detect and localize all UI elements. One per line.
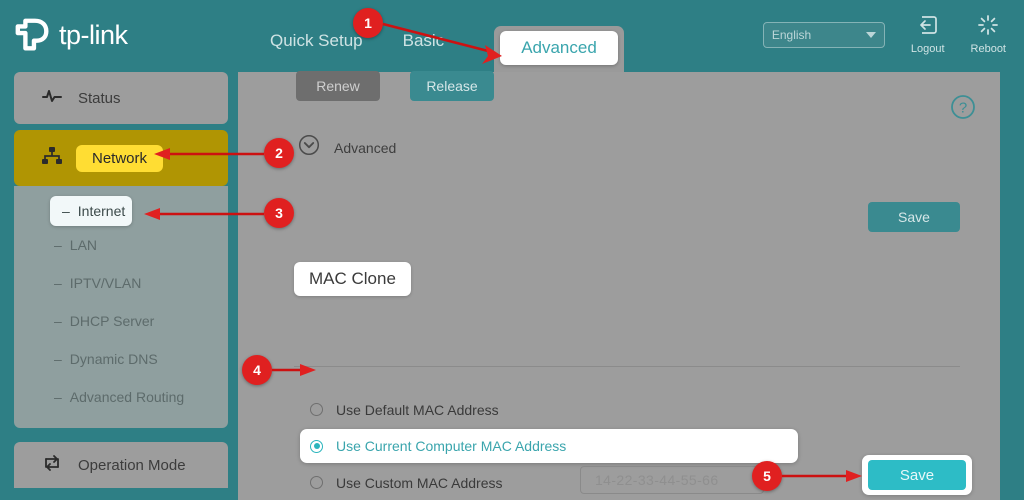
save-bottom-button[interactable]: Save — [868, 460, 966, 490]
sidebar-item-advanced-routing[interactable]: – Advanced Routing — [14, 378, 228, 416]
sidebar-item-lan[interactable]: – LAN — [14, 226, 228, 264]
swap-arrows-icon — [42, 454, 62, 476]
radio-use-current-computer-mac[interactable]: Use Current Computer MAC Address — [300, 429, 798, 463]
radio-label-use-current-computer-mac: Use Current Computer MAC Address — [336, 438, 567, 454]
sidebar-item-label-status: Status — [78, 89, 121, 107]
chevron-down-icon — [865, 31, 876, 38]
dash-icon: – — [62, 203, 70, 219]
sidebar-item-label-dynamic-dns: Dynamic DNS — [69, 351, 158, 367]
sidebar-item-label-iptv-vlan: IPTV/VLAN — [69, 275, 142, 291]
annotation-arrow-2 — [150, 146, 270, 162]
sidebar-submenu-network: – Internet – LAN – IPTV/VLAN – DHCP Serv… — [14, 186, 228, 428]
dash-icon: – — [54, 389, 62, 405]
radio-icon — [310, 403, 323, 416]
radio-label-use-custom-mac: Use Custom MAC Address — [336, 474, 503, 491]
sidebar-item-label-dhcp-server: DHCP Server — [69, 313, 155, 329]
sidebar-item-internet[interactable]: – Internet — [50, 196, 132, 226]
dash-icon: – — [54, 275, 62, 291]
sidebar-item-iptv-vlan[interactable]: – IPTV/VLAN — [14, 264, 228, 302]
mac-clone-title: MAC Clone — [294, 262, 411, 296]
header-controls: English Logout Reboot — [762, 14, 1006, 55]
brand-logo[interactable]: tp-link — [14, 16, 128, 54]
logout-label: Logout — [910, 43, 945, 55]
dash-icon: – — [54, 237, 62, 253]
sidebar-item-status[interactable]: Status — [14, 72, 228, 124]
router-admin-screenshot: tp-link Quick Setup Basic Advanced Engli… — [0, 0, 1024, 500]
annotation-4: 4 — [242, 355, 272, 385]
chevron-down-circle-icon — [298, 134, 320, 161]
question-mark-help-icon[interactable]: ? — [950, 94, 976, 125]
annotation-1: 1 — [353, 8, 383, 38]
sidebar-item-dhcp-server[interactable]: – DHCP Server — [14, 302, 228, 340]
annotation-arrow-5 — [782, 468, 872, 484]
logout-icon — [917, 14, 939, 41]
language-select[interactable]: English — [762, 21, 885, 48]
dash-icon: – — [54, 351, 62, 367]
reboot-button[interactable]: Reboot — [971, 14, 1006, 55]
reboot-icon — [977, 14, 999, 41]
release-button[interactable]: Release — [410, 71, 494, 101]
sidebar-item-label-operation-mode: Operation Mode — [78, 456, 186, 474]
network-tree-icon — [42, 146, 62, 170]
annotation-5: 5 — [752, 461, 782, 491]
reboot-label: Reboot — [970, 43, 1006, 55]
annotation-arrow-1 — [380, 20, 520, 68]
dash-icon: – — [54, 313, 62, 329]
annotation-arrow-4 — [272, 362, 322, 378]
radio-use-default-mac[interactable]: Use Default MAC Address — [238, 390, 1000, 429]
radio-label-use-default-mac: Use Default MAC Address — [336, 401, 499, 418]
section-divider — [294, 366, 960, 367]
radio-icon — [310, 476, 323, 489]
svg-text:?: ? — [959, 100, 967, 117]
logout-button[interactable]: Logout — [911, 14, 945, 55]
advanced-collapse-toggle[interactable]: Advanced — [298, 134, 396, 161]
renew-button[interactable]: Renew — [296, 71, 380, 101]
pulse-icon — [42, 88, 62, 108]
advanced-toggle-label: Advanced — [334, 139, 397, 156]
sidebar-item-label-advanced-routing: Advanced Routing — [69, 389, 185, 405]
custom-mac-input[interactable]: 14-22-33-44-55-66 — [580, 466, 764, 494]
radio-icon-selected — [310, 439, 323, 453]
annotation-badge-4: 4 — [242, 355, 272, 385]
sidebar: Status Network – Internet – LAN – IPTV/V… — [0, 72, 238, 500]
save-top-button[interactable]: Save — [868, 202, 960, 232]
annotation-badge-1: 1 — [353, 8, 383, 38]
annotation-arrow-3 — [140, 206, 270, 222]
annotation-badge-5: 5 — [752, 461, 782, 491]
language-select-value: English — [771, 27, 812, 42]
brand-name: tp-link — [59, 19, 128, 50]
main-content: Renew Release ? Advanced Save MAC Clone — [238, 71, 1000, 500]
sidebar-item-label-internet: Internet — [77, 203, 126, 219]
sidebar-item-dynamic-dns[interactable]: – Dynamic DNS — [14, 340, 228, 378]
sidebar-item-label-lan: LAN — [69, 237, 98, 253]
tp-link-logo-icon — [14, 16, 52, 54]
sidebar-item-operation-mode[interactable]: Operation Mode — [14, 442, 228, 488]
